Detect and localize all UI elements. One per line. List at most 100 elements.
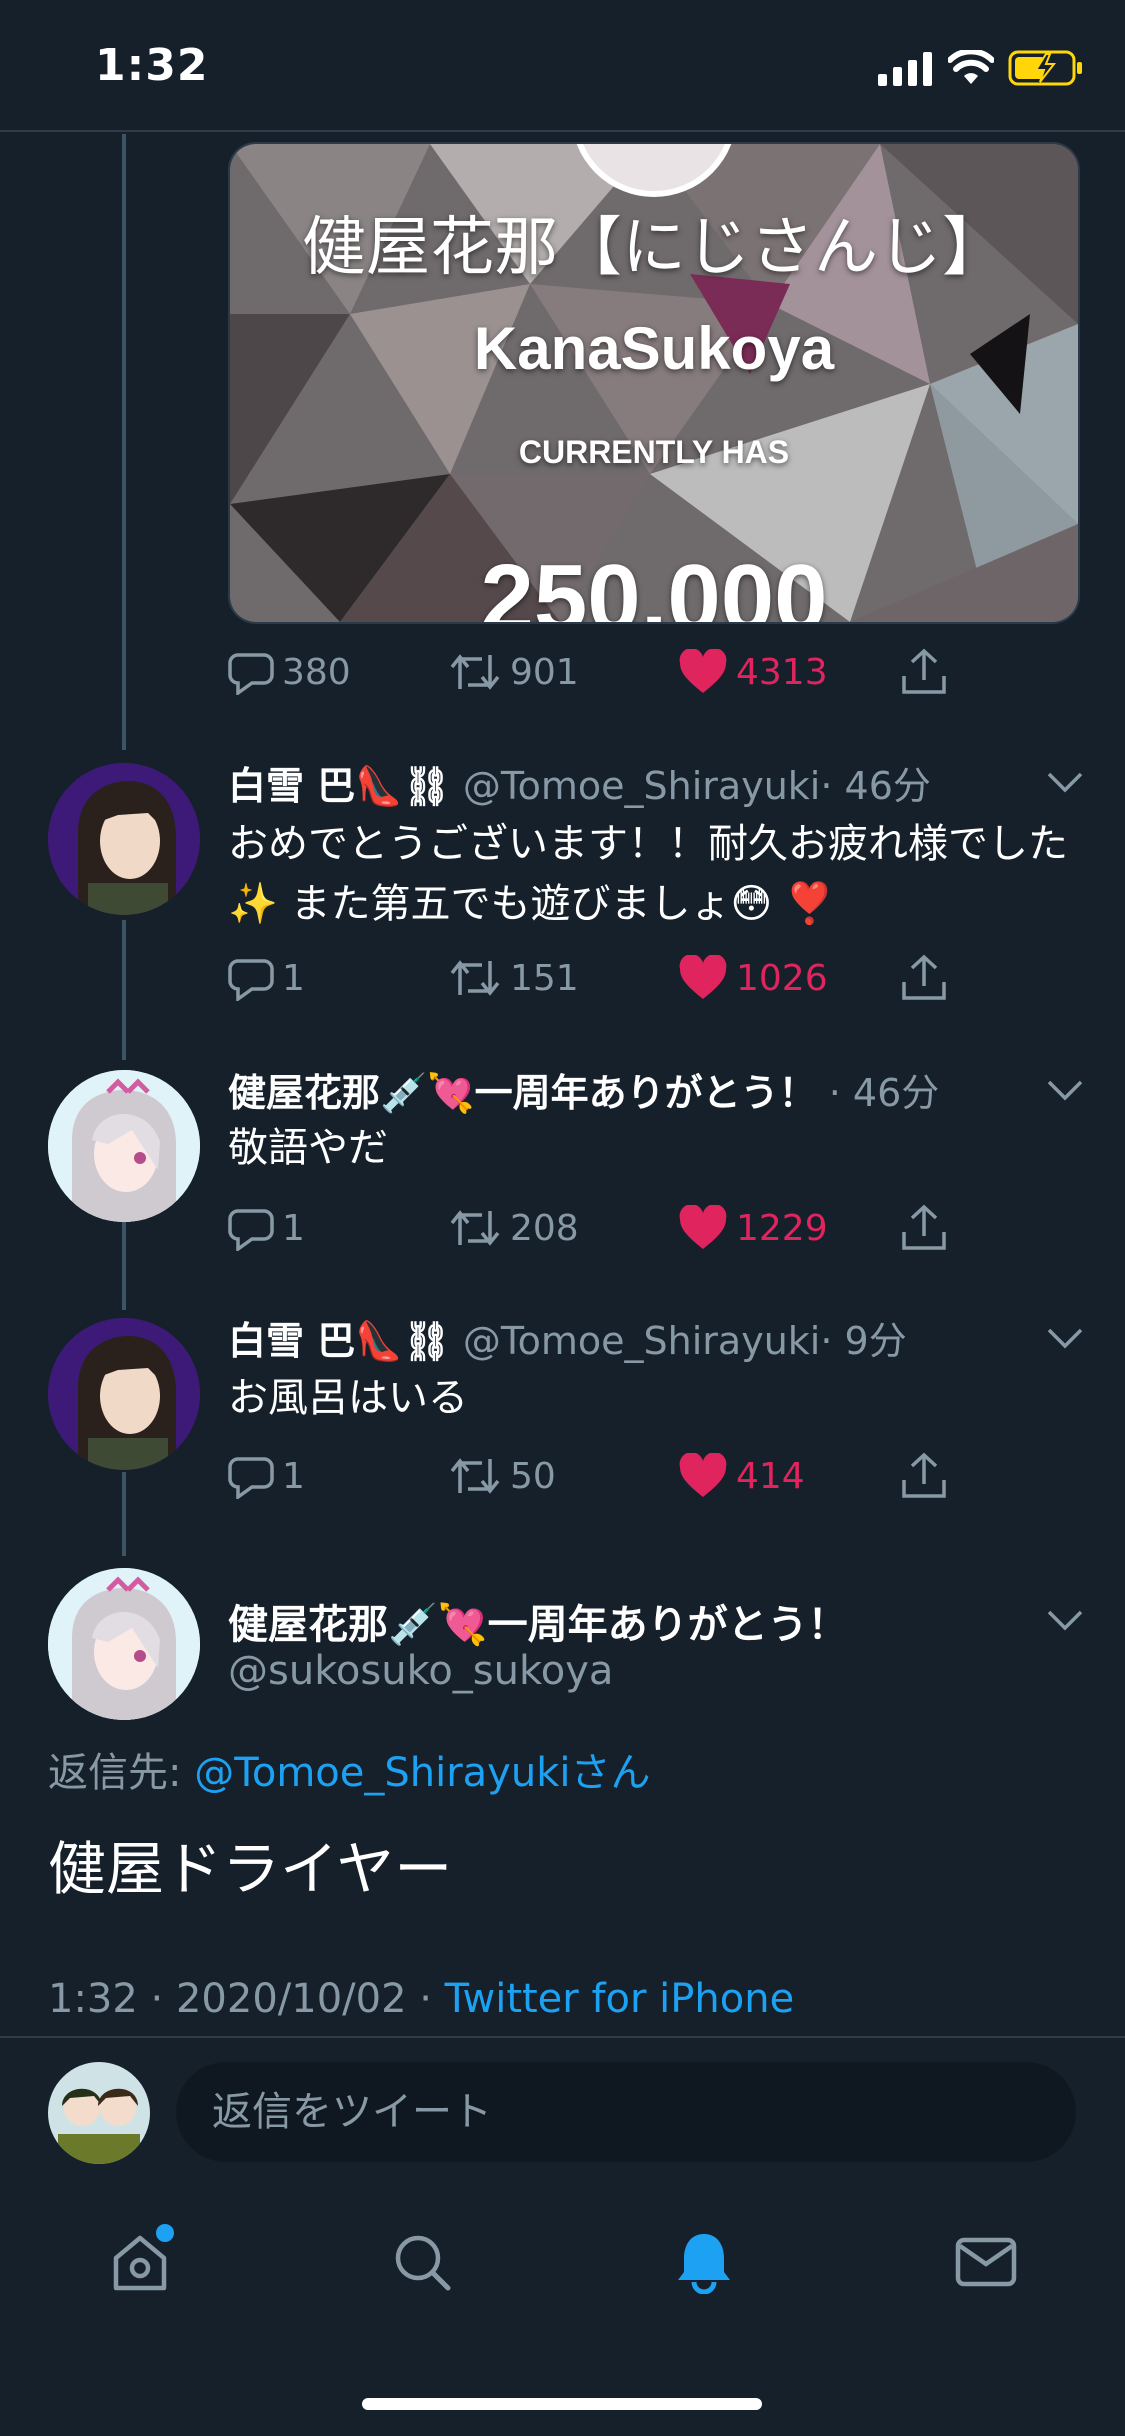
divider	[0, 2036, 1125, 2038]
notification-dot	[156, 2224, 174, 2242]
like-button[interactable]: 1229	[678, 1198, 828, 1258]
thread-line	[122, 134, 126, 750]
reply-to-line: 返信先: @Tomoe_Shirayukiさん	[48, 1740, 650, 1798]
reply-to-label: 返信先:	[48, 1750, 195, 1796]
timestamp: · 9分	[820, 1319, 907, 1363]
chevron-down-icon[interactable]	[1045, 1326, 1085, 1350]
tab-search[interactable]	[390, 2230, 454, 2298]
display-name[interactable]: 白雪 巴👠⛓	[228, 1319, 451, 1363]
share-button[interactable]	[900, 642, 956, 702]
tab-messages[interactable]	[954, 2230, 1018, 2298]
reply-icon	[228, 653, 274, 695]
tab-home[interactable]	[108, 2224, 174, 2298]
avatar-image	[48, 1568, 200, 1720]
reply-icon	[228, 1209, 274, 1251]
retweet-icon	[450, 1210, 500, 1246]
tweet-actions: 380 901 4313	[228, 642, 988, 702]
heart-icon	[679, 1205, 727, 1249]
reply-icon	[228, 1457, 274, 1499]
card-name: KanaSukoya	[473, 315, 835, 382]
timestamp: · 46分	[820, 764, 931, 808]
tweet-header: 白雪 巴👠⛓ @Tomoe_Shirayuki· 9分	[228, 1310, 907, 1365]
timestamp: · 46分	[828, 1071, 940, 1115]
avatar-image	[48, 763, 200, 915]
retweet-button[interactable]: 208	[448, 1198, 579, 1258]
like-button[interactable]: 4313	[678, 642, 828, 702]
reply-to-user-link[interactable]: @Tomoe_Shirayukiさん	[194, 1750, 650, 1796]
tweet-timestamp-line: 1:32 · 2020/10/02 · Twitter for iPhone	[48, 1976, 794, 2022]
tweet-header: 白雪 巴👠⛓ @Tomoe_Shirayuki· 46分	[228, 755, 931, 810]
card-count: 250,000	[480, 545, 828, 624]
reply-button[interactable]: 380	[228, 642, 351, 702]
reply-input[interactable]: 返信をツイート	[176, 2062, 1076, 2162]
like-button[interactable]: 1026	[678, 948, 828, 1008]
focused-handle[interactable]: @sukosuko_sukoya	[228, 1648, 613, 1694]
retweet-button[interactable]: 901	[448, 642, 579, 702]
share-button[interactable]	[900, 1198, 956, 1258]
handle[interactable]: @Tomoe_Shirayuki	[463, 1319, 820, 1363]
share-icon	[902, 648, 946, 694]
messages-icon	[955, 2237, 1017, 2287]
like-count: 1229	[736, 1207, 828, 1249]
retweet-button[interactable]: 50	[448, 1446, 556, 1506]
retweet-count: 208	[510, 1207, 579, 1249]
tweet-actions: 1 50 414	[228, 1446, 988, 1506]
retweet-icon	[450, 960, 500, 996]
display-name[interactable]: 健屋花那💉💘一周年ありがとう！	[228, 1071, 817, 1115]
reply-button[interactable]: 1	[228, 948, 305, 1008]
tweet-media-image[interactable]: 健屋花那【にじさんじ】 KanaSukoya CURRENTLY HAS 250…	[228, 142, 1080, 624]
reply-count: 380	[282, 651, 351, 693]
like-count: 1026	[736, 957, 828, 999]
reply-button[interactable]: 1	[228, 1198, 305, 1258]
focused-display-name[interactable]: 健屋花那💉💘一周年ありがとう！	[228, 1592, 848, 1650]
retweet-count: 50	[510, 1455, 556, 1497]
status-time: 1:32	[95, 40, 209, 91]
avatar-image	[48, 1318, 200, 1470]
share-icon	[902, 954, 946, 1000]
avatar[interactable]	[48, 1070, 200, 1222]
reply-button[interactable]: 1	[228, 1446, 305, 1506]
heart-icon	[679, 955, 727, 999]
focused-tweet-text: 健屋ドライヤー	[48, 1835, 453, 1903]
share-button[interactable]	[900, 1446, 956, 1506]
home-indicator[interactable]	[362, 2398, 762, 2410]
like-count: 414	[736, 1455, 805, 1497]
card-title: 健屋花那【にじさんじ】	[302, 211, 1006, 285]
tweet-timestamp: 1:32 · 2020/10/02 ·	[48, 1976, 445, 2022]
heart-icon	[679, 649, 727, 693]
like-count: 4313	[736, 651, 828, 693]
retweet-icon	[450, 1458, 500, 1494]
card-subtitle: CURRENTLY HAS	[518, 434, 790, 470]
display-name[interactable]: 健屋花那💉💘一周年ありがとう！	[228, 1602, 848, 1648]
tweet-text: おめでとうございます！！耐久お疲れ様でした✨ また第五でも遊びましょ😳 ❣️	[228, 821, 1068, 927]
tab-notifications[interactable]	[672, 2230, 736, 2298]
thread-line	[122, 1222, 126, 1310]
tweet-actions: 1 208 1229	[228, 1198, 988, 1258]
chevron-down-icon[interactable]	[1045, 1608, 1085, 1632]
tweet-header: 健屋花那💉💘一周年ありがとう！ · 46分	[228, 1062, 939, 1117]
avatar[interactable]	[48, 1318, 200, 1470]
retweet-count: 151	[510, 957, 579, 999]
reply-count: 1	[282, 1455, 305, 1497]
reply-count: 1	[282, 1207, 305, 1249]
retweet-button[interactable]: 151	[448, 948, 579, 1008]
notifications-icon	[678, 2234, 730, 2295]
avatar[interactable]	[48, 763, 200, 915]
thread-line	[122, 1472, 126, 1556]
reply-count: 1	[282, 957, 305, 999]
wifi-icon	[948, 50, 994, 84]
share-icon	[902, 1452, 946, 1498]
heart-icon	[679, 1453, 727, 1497]
avatar[interactable]	[48, 1568, 200, 1720]
my-avatar[interactable]	[48, 2062, 150, 2164]
share-icon	[902, 1204, 946, 1250]
tweet-source-link[interactable]: Twitter for iPhone	[445, 1976, 795, 2022]
handle[interactable]: @Tomoe_Shirayuki	[463, 764, 820, 808]
retweet-count: 901	[510, 651, 579, 693]
chevron-down-icon[interactable]	[1045, 770, 1085, 794]
display-name[interactable]: 白雪 巴👠⛓	[228, 764, 451, 808]
like-button[interactable]: 414	[678, 1446, 805, 1506]
battery-icon	[1008, 50, 1082, 86]
chevron-down-icon[interactable]	[1045, 1078, 1085, 1102]
share-button[interactable]	[900, 948, 956, 1008]
